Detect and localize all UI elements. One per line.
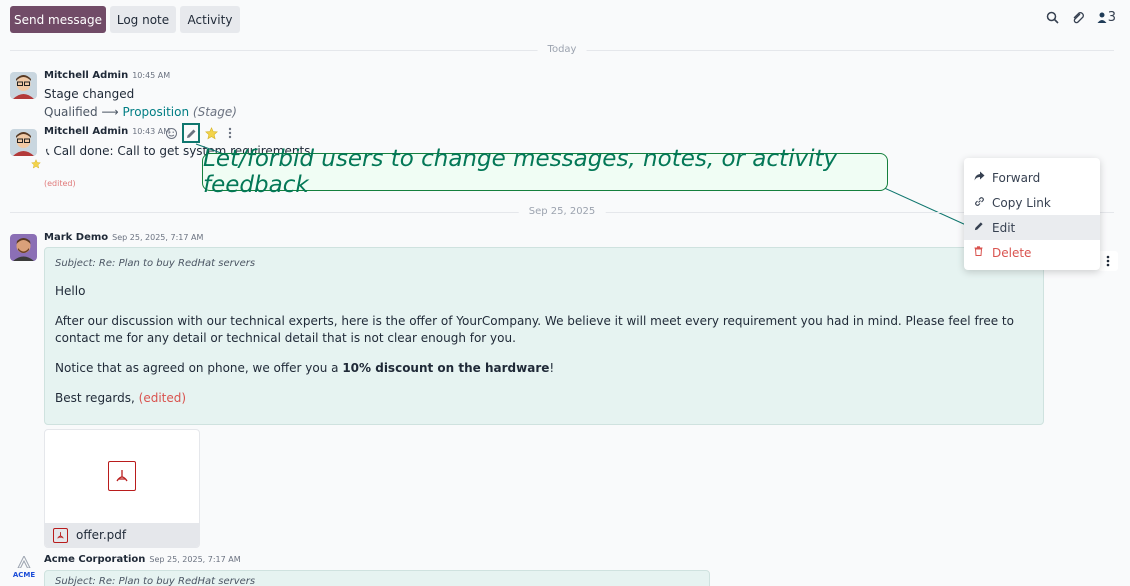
message-paragraph: Notice that as agreed on phone, we offer… — [55, 361, 555, 375]
menu-item-edit[interactable]: Edit — [964, 215, 1100, 240]
date-separator-label: Sep 25, 2025 — [518, 206, 606, 217]
acme-logo-text: ACME — [12, 571, 36, 579]
pencil-icon — [974, 221, 992, 234]
message-time: Sep 25, 2025, 7:17 AM — [149, 555, 241, 564]
message-subject: Subject: Re: Plan to buy RedHat servers — [55, 576, 256, 586]
message-closing: Best regards, (edited) — [55, 391, 187, 405]
message-paragraph: After our discussion with our technical … — [55, 314, 1014, 345]
menu-item-forward[interactable]: Forward — [964, 165, 1100, 190]
share-icon — [974, 171, 992, 184]
message-menu-toggle[interactable] — [1098, 251, 1118, 271]
attachment-filename: offer.pdf — [76, 528, 127, 542]
annotation-callout: Let/forbid users to change messages, not… — [202, 146, 888, 198]
acme-logo-icon — [17, 554, 31, 569]
message-time: Sep 25, 2025, 7:17 AM — [112, 233, 204, 242]
avatar[interactable] — [10, 234, 37, 261]
message-author[interactable]: Mark Demo Sep 25, 2025, 7:17 AM — [44, 232, 203, 243]
avatar[interactable]: ACME — [12, 554, 36, 584]
menu-item-copy-link[interactable]: Copy Link — [964, 190, 1100, 215]
link-icon — [974, 196, 992, 210]
attachment-card[interactable]: offer.pdf — [44, 429, 200, 548]
trash-icon — [974, 246, 992, 259]
attachment-footer: offer.pdf — [45, 523, 199, 547]
edited-label: (edited) — [138, 391, 187, 405]
vertical-dots-icon — [1106, 255, 1110, 267]
message-actions-menu: Forward Copy Link Edit Delete — [964, 158, 1100, 270]
discount-highlight: 10% discount on the hardware — [342, 361, 550, 375]
pdf-file-icon — [53, 527, 68, 543]
message-greeting: Hello — [55, 284, 86, 298]
message-bubble: Subject: Re: Plan to buy RedHat servers — [44, 570, 710, 586]
menu-item-delete[interactable]: Delete — [964, 240, 1100, 265]
message-bubble: Subject: Re: Plan to buy RedHat servers … — [44, 247, 1044, 425]
message-author[interactable]: Acme Corporation Sep 25, 2025, 7:17 AM — [44, 554, 241, 565]
pdf-file-icon — [108, 461, 136, 491]
message-subject: Subject: Re: Plan to buy RedHat servers — [55, 258, 256, 269]
